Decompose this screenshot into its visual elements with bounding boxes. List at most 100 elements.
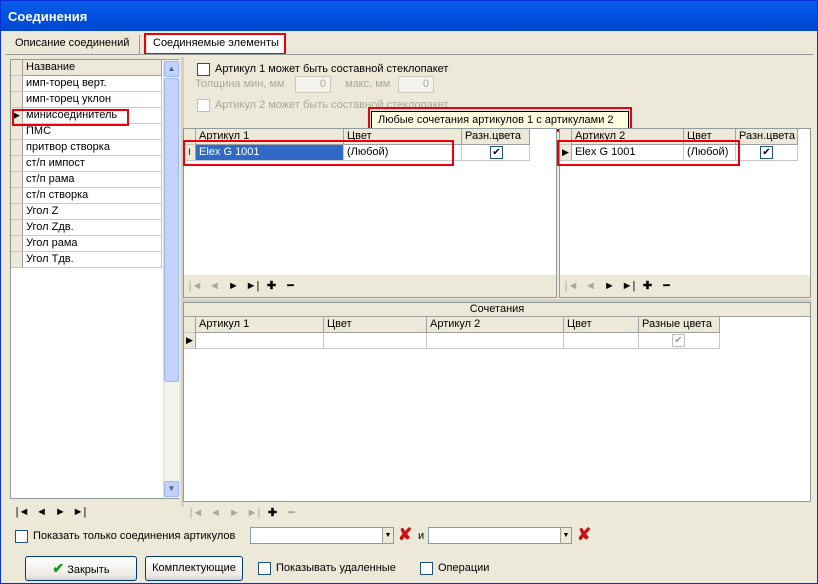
tab-divider bbox=[139, 35, 140, 54]
and-label: и bbox=[418, 530, 425, 542]
operations-checkbox[interactable] bbox=[420, 562, 433, 575]
comb-article2-cell[interactable] bbox=[427, 333, 564, 349]
grid2-header-diff[interactable]: Разн.цвета bbox=[736, 129, 798, 145]
row-indicator bbox=[11, 124, 23, 140]
list-item[interactable]: притвор створка bbox=[23, 140, 162, 156]
comb-color1-cell[interactable] bbox=[324, 333, 427, 349]
thickness-min-input[interactable]: 0 bbox=[295, 76, 331, 93]
scroll-thumb[interactable] bbox=[164, 78, 179, 382]
scroll-up-icon[interactable]: ▲ bbox=[164, 61, 179, 77]
article1-filter-combo[interactable]: ▼ bbox=[250, 527, 394, 544]
comb-header-color2[interactable]: Цвет bbox=[564, 317, 639, 333]
components-button[interactable]: Комплектующие bbox=[145, 556, 243, 581]
last-record-icon[interactable]: ►| bbox=[70, 506, 89, 518]
tab-connections-description[interactable]: Описание соединений bbox=[9, 34, 137, 55]
comb-header-color1[interactable]: Цвет bbox=[324, 317, 427, 333]
add-record-icon[interactable]: ✚ bbox=[638, 279, 657, 292]
comb-article1-cell[interactable] bbox=[196, 333, 324, 349]
chevron-down-icon[interactable]: ▼ bbox=[560, 528, 571, 543]
clear-article1-icon[interactable]: ✘ bbox=[398, 525, 412, 545]
first-record-icon[interactable]: |◄ bbox=[562, 280, 581, 292]
list-item[interactable]: Угол Zдв. bbox=[23, 220, 162, 236]
article2-composite-checkbox[interactable] bbox=[197, 99, 210, 112]
row-indicator bbox=[11, 188, 23, 204]
chevron-down-icon[interactable]: ▼ bbox=[382, 528, 393, 543]
clear-article2-icon[interactable]: ✘ bbox=[577, 525, 591, 545]
checkmark-icon: ✔ bbox=[52, 560, 65, 576]
first-record-icon[interactable]: |◄ bbox=[187, 507, 206, 519]
grid2-diff-cell[interactable]: ✔ bbox=[736, 145, 798, 161]
row-indicator bbox=[11, 92, 23, 108]
row-indicator bbox=[11, 220, 23, 236]
last-record-icon[interactable]: ►| bbox=[244, 507, 263, 519]
highlight-list-item bbox=[12, 109, 129, 126]
article1-composite-checkbox[interactable] bbox=[197, 63, 210, 76]
next-record-icon[interactable]: ► bbox=[224, 280, 243, 292]
next-record-icon[interactable]: ► bbox=[51, 506, 70, 518]
list-item[interactable]: Угол Z bbox=[23, 204, 162, 220]
comb-diff-checkbox[interactable]: ✔ bbox=[672, 334, 685, 347]
article2-filter-combo[interactable]: ▼ bbox=[428, 527, 572, 544]
list-header[interactable]: Название bbox=[23, 60, 162, 76]
highlight-tab bbox=[144, 33, 286, 55]
combinations-nav: |◄ ◄ ► ►| ✚ ━ bbox=[187, 506, 301, 519]
last-record-icon[interactable]: ►| bbox=[243, 280, 262, 292]
row-indicator bbox=[11, 252, 23, 268]
list-item[interactable]: Угол Тдв. bbox=[23, 252, 162, 268]
show-only-checkbox[interactable] bbox=[15, 530, 28, 543]
article1-composite-label: Артикул 1 может быть составной стеклопак… bbox=[215, 63, 449, 75]
tab-underline bbox=[5, 54, 813, 55]
list-scrollbar[interactable]: ▲ ▼ bbox=[163, 60, 179, 498]
add-record-icon[interactable]: ✚ bbox=[262, 279, 281, 292]
scroll-down-icon[interactable]: ▼ bbox=[164, 481, 179, 497]
list-item[interactable]: ПМС bbox=[23, 124, 162, 140]
list-item[interactable]: ст/п рама bbox=[23, 172, 162, 188]
grid2-nav: |◄ ◄ ► ►| ✚ ━ bbox=[562, 279, 676, 292]
row-indicator bbox=[11, 204, 23, 220]
tab-label: Описание соединений bbox=[15, 37, 130, 49]
comb-header-article1[interactable]: Артикул 1 bbox=[196, 317, 324, 333]
grid1-diff-checkbox[interactable]: ✔ bbox=[490, 146, 503, 159]
grid1-nav-bar: |◄ ◄ ► ►| ✚ ━ bbox=[184, 275, 556, 297]
prev-record-icon[interactable]: ◄ bbox=[206, 507, 225, 519]
next-record-icon[interactable]: ► bbox=[600, 280, 619, 292]
grid2-diff-checkbox[interactable]: ✔ bbox=[760, 146, 773, 159]
first-record-icon[interactable]: |◄ bbox=[186, 280, 205, 292]
grid2-nav-bar: |◄ ◄ ► ►| ✚ ━ bbox=[560, 275, 810, 297]
comb-color2-cell[interactable] bbox=[564, 333, 639, 349]
delete-record-icon[interactable]: ━ bbox=[657, 279, 676, 292]
combinations-grid[interactable]: Сочетания Артикул 1 Цвет Артикул 2 Цвет … bbox=[183, 302, 811, 502]
comb-header-diff[interactable]: Разные цвета bbox=[639, 317, 720, 333]
combinations-title: Сочетания bbox=[184, 303, 810, 317]
delete-record-icon[interactable]: ━ bbox=[282, 506, 301, 519]
list-item[interactable]: имп-торец верт. bbox=[23, 76, 162, 92]
list-item[interactable]: имп-торец уклон bbox=[23, 92, 162, 108]
grid1-diff-cell[interactable]: ✔ bbox=[462, 145, 530, 161]
list-item[interactable]: ст/п импост bbox=[23, 156, 162, 172]
highlight-grid1-row bbox=[183, 140, 454, 166]
row-indicator bbox=[11, 156, 23, 172]
next-record-icon[interactable]: ► bbox=[225, 507, 244, 519]
row-indicator bbox=[11, 140, 23, 156]
delete-record-icon[interactable]: ━ bbox=[281, 279, 300, 292]
row-indicator bbox=[11, 76, 23, 92]
comb-diff-cell[interactable]: ✔ bbox=[639, 333, 720, 349]
list-indicator-header bbox=[11, 60, 23, 76]
close-button[interactable]: ✔ Закрыть bbox=[25, 556, 137, 581]
list-item[interactable]: Угол рама bbox=[23, 236, 162, 252]
comb-indicator-header bbox=[184, 317, 196, 333]
thickness-min-label: Толщина мин, мм bbox=[195, 78, 285, 90]
thickness-max-input[interactable]: 0 bbox=[398, 76, 434, 93]
grid1-header-diff[interactable]: Разн.цвета bbox=[462, 129, 530, 145]
operations-label: Операции bbox=[438, 562, 490, 574]
grid1-nav: |◄ ◄ ► ►| ✚ ━ bbox=[186, 279, 300, 292]
prev-record-icon[interactable]: ◄ bbox=[581, 280, 600, 292]
prev-record-icon[interactable]: ◄ bbox=[32, 506, 51, 518]
show-deleted-checkbox[interactable] bbox=[258, 562, 271, 575]
last-record-icon[interactable]: ►| bbox=[619, 280, 638, 292]
first-record-icon[interactable]: |◄ bbox=[13, 506, 32, 518]
add-record-icon[interactable]: ✚ bbox=[263, 506, 282, 519]
comb-header-article2[interactable]: Артикул 2 bbox=[427, 317, 564, 333]
prev-record-icon[interactable]: ◄ bbox=[205, 280, 224, 292]
list-item[interactable]: ст/п створка bbox=[23, 188, 162, 204]
